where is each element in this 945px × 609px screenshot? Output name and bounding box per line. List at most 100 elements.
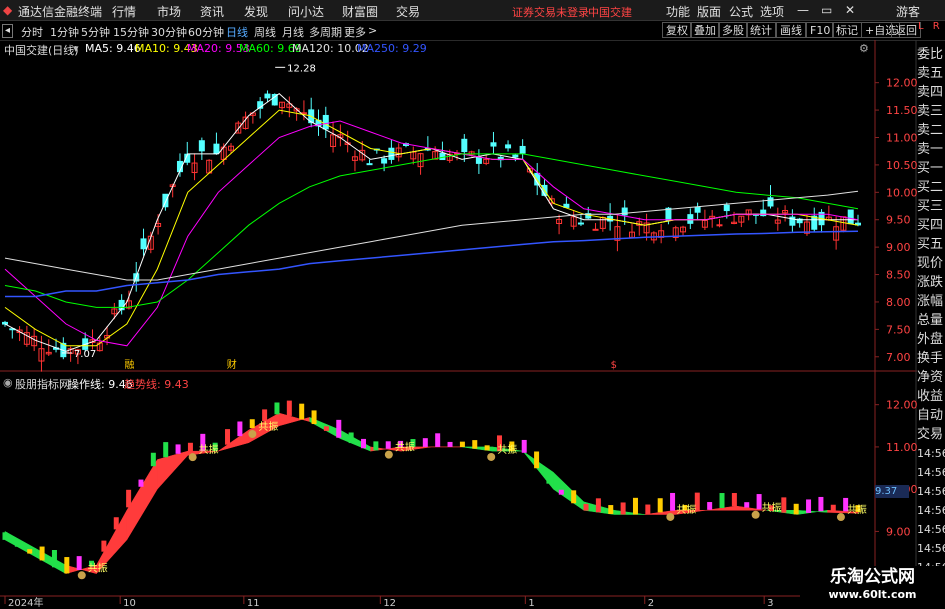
period-tab-1min[interactable]: 1分钟 [50, 24, 79, 40]
sidebar-item[interactable]: 买二 [917, 178, 945, 197]
sidebar-item[interactable]: 卖一 [917, 140, 945, 159]
period-tab-more[interactable]: 更多 [344, 24, 366, 40]
minimize-icon[interactable]: — [797, 3, 809, 17]
sidebar-item[interactable]: 现价 [917, 254, 945, 273]
guest-label[interactable]: 游客 [896, 3, 920, 20]
menu-item-options[interactable]: 选项 [760, 3, 784, 20]
sidebar-item[interactable]: 14:56 [917, 463, 945, 482]
restore-icon[interactable]: ▭ [821, 3, 832, 17]
candle-body [388, 147, 395, 160]
sidebar-item[interactable]: 换手 [917, 349, 945, 368]
sidebar-item[interactable]: 卖二 [917, 121, 945, 140]
x-tick-label: 10 [123, 598, 136, 609]
indicator-bar [323, 426, 329, 431]
sidebar-item[interactable]: 涨跌 [917, 273, 945, 292]
sidebar-item[interactable]: 卖五 [917, 64, 945, 83]
menu-item-market[interactable]: 市场 [157, 3, 181, 20]
period-tab-weekly[interactable]: 周线 [254, 24, 276, 40]
x-tick-label: 1 [528, 598, 534, 609]
indicator-band-segment [218, 429, 249, 452]
return-button[interactable]: 返回 [891, 22, 921, 38]
period-toolbar: ◂ 分时 1分钟 5分钟 15分钟 30分钟 60分钟 日线 周线 月线 多周期… [0, 21, 945, 41]
indicator-bar [385, 441, 391, 449]
sidebar-item[interactable]: 卖四 [917, 83, 945, 102]
sidebar-item[interactable]: 外盘 [917, 330, 945, 349]
sidebar-item[interactable]: 买四 [917, 216, 945, 235]
event-marker: 融 [124, 359, 134, 371]
sidebar-item[interactable]: 收益 [917, 387, 945, 406]
period-tab-monthly[interactable]: 月线 [282, 24, 304, 40]
main-y-tick-label: 7.00 [886, 351, 911, 364]
dropdown-icon[interactable]: ▾ [73, 42, 79, 55]
sidebar-item[interactable]: 总量 [917, 311, 945, 330]
candle-body [490, 142, 497, 147]
period-tab-daily[interactable]: 日线 [226, 24, 248, 40]
menu-item-formula[interactable]: 公式 [729, 3, 753, 20]
sidebar-item[interactable]: 14:56 [917, 501, 945, 520]
period-tab-timeline[interactable]: 分时 [21, 24, 43, 40]
money-bag-icon [188, 453, 197, 462]
candle-body [592, 228, 599, 231]
lr-indicator[interactable]: L R [918, 22, 945, 41]
sidebar-item[interactable]: 买一 [917, 159, 945, 178]
sidebar-item[interactable]: 涨幅 [917, 292, 945, 311]
sidebar-item[interactable]: 14:56 [917, 482, 945, 501]
login-notice[interactable]: 证券交易未登录 [512, 4, 589, 20]
period-tab-30min[interactable]: 30分钟 [151, 24, 187, 40]
menu-item-quotes[interactable]: 行情 [112, 3, 136, 20]
op-line-label: 操作线: 9.46 [68, 378, 133, 391]
multi-stock-button[interactable]: 多股 [718, 22, 748, 38]
period-tab-5min[interactable]: 5分钟 [81, 24, 110, 40]
candle-body [264, 93, 271, 99]
candle-body [687, 214, 694, 224]
candle-body [468, 151, 475, 155]
draw-line-button[interactable]: 画线 [776, 22, 806, 38]
sidebar-item[interactable]: 14:56 [917, 444, 945, 463]
sidebar-item[interactable]: 委比 [917, 45, 945, 64]
menu-item-ask[interactable]: 问小达 [288, 3, 324, 20]
high-marker: 12.28 [287, 63, 316, 74]
sub-y-tick-label: 9.00 [886, 525, 911, 538]
sidebar-item[interactable]: 交易 [917, 425, 945, 444]
f10-button[interactable]: F10 [806, 22, 835, 38]
mark-button[interactable]: 标记 [832, 22, 862, 38]
low-marker: 7.07 [74, 349, 96, 360]
main-y-tick-label: 9.50 [886, 214, 911, 227]
period-tab-60min[interactable]: 60分钟 [188, 24, 224, 40]
period-tab-multi[interactable]: 多周期 [309, 24, 342, 40]
adjust-button[interactable]: 复权 [662, 22, 692, 38]
overlay-button[interactable]: 叠加 [690, 22, 720, 38]
menu-item-wealth[interactable]: 财富圈 [342, 3, 378, 20]
indicator-bar [459, 441, 465, 447]
candle-body [125, 300, 132, 309]
chevron-right-icon[interactable]: > [368, 24, 377, 37]
indicator-bar [843, 497, 849, 512]
sidebar-item[interactable]: 14:56 [917, 520, 945, 539]
sidebar-item[interactable]: 买三 [917, 197, 945, 216]
menu-item-news[interactable]: 资讯 [200, 3, 224, 20]
candle-body [585, 213, 592, 219]
menu-item-discover[interactable]: 发现 [244, 3, 268, 20]
indicator-toggle-icon[interactable]: ◉ [3, 376, 13, 389]
candle-body [782, 210, 789, 214]
app-logo-icon[interactable]: ◆ [3, 3, 12, 17]
menu-item-layout[interactable]: 版面 [697, 3, 721, 20]
menu-item-function[interactable]: 功能 [666, 3, 690, 20]
back-arrow-icon[interactable]: ◂ [2, 24, 14, 38]
stats-button[interactable]: 统计 [746, 22, 776, 38]
candle-body [723, 204, 730, 212]
candle-body [308, 109, 315, 124]
sidebar-item[interactable]: 卖三 [917, 102, 945, 121]
sidebar-item[interactable]: 买五 [917, 235, 945, 254]
indicator-band-segment [35, 547, 67, 575]
close-icon[interactable]: ✕ [845, 3, 855, 17]
period-tab-15min[interactable]: 15分钟 [113, 24, 149, 40]
settings-gear-icon[interactable]: ⚙ [859, 42, 869, 55]
indicator-band-segment [522, 450, 554, 490]
menu-item-trade[interactable]: 交易 [396, 3, 420, 20]
sidebar-item[interactable]: 14:56 [917, 539, 945, 558]
sidebar-item[interactable]: 自动 [917, 406, 945, 425]
event-marker: 财 [227, 358, 237, 371]
x-tick-label: 12 [383, 598, 396, 609]
sidebar-item[interactable]: 净资 [917, 368, 945, 387]
